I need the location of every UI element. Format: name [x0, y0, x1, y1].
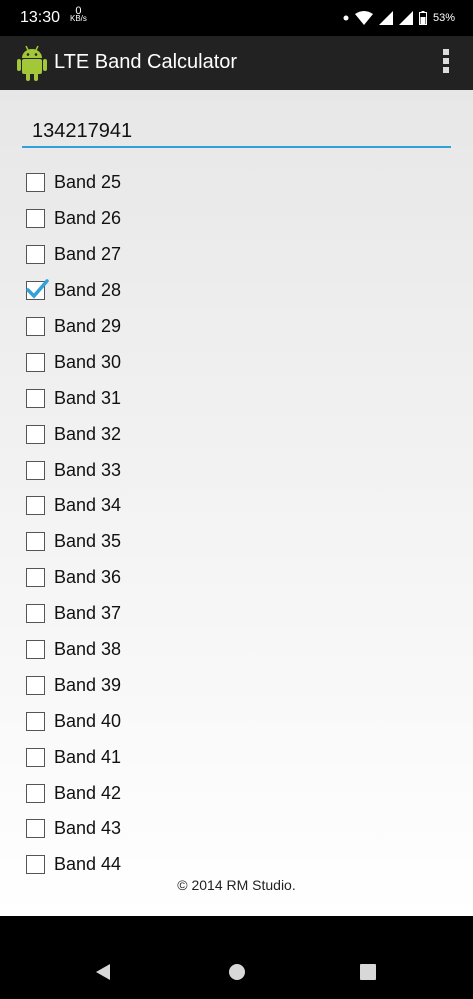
- network-speed-unit: KB/s: [70, 14, 87, 23]
- band-label: Band 29: [54, 316, 122, 336]
- band-row[interactable]: Band 33: [26, 452, 326, 488]
- band-row[interactable]: Band 29: [26, 309, 326, 345]
- band-row[interactable]: Band 36: [26, 560, 326, 596]
- band-label: Band 44: [54, 854, 122, 875]
- app-bar: LTE Band Calculator: [0, 36, 473, 90]
- band-label: Band 25: [54, 172, 122, 193]
- band-row[interactable]: Band 31: [26, 380, 326, 416]
- band-label: Band 39: [54, 674, 122, 695]
- band-checkbox[interactable]: [26, 209, 45, 229]
- status-bar: 13:30 0 KB/s 53%: [0, 0, 473, 36]
- band-checkbox[interactable]: [26, 711, 45, 731]
- main-content: Band 25 Band 26 Band 27 Band 28 Band 29 Band …: [0, 90, 473, 916]
- band-checkbox[interactable]: [26, 352, 45, 372]
- signal-icon-2: [398, 11, 413, 25]
- band-label: Band 34: [54, 495, 122, 516]
- band-row[interactable]: Band 34: [26, 488, 326, 524]
- band-row[interactable]: Band 32: [26, 416, 326, 452]
- band-label: Band 32: [54, 423, 122, 444]
- band-label: Band 35: [54, 531, 122, 552]
- band-checkbox[interactable]: [26, 460, 45, 480]
- band-row[interactable]: Band 38: [26, 632, 326, 668]
- band-checkbox[interactable]: [26, 783, 45, 803]
- band-label: Band 36: [54, 567, 122, 588]
- band-row[interactable]: Band 43: [26, 811, 326, 847]
- recents-square-icon[interactable]: [356, 960, 380, 984]
- band-row[interactable]: Band 27: [26, 237, 326, 273]
- back-triangle-icon[interactable]: [92, 960, 116, 984]
- band-row[interactable]: Band 35: [26, 524, 326, 560]
- band-checkbox[interactable]: [26, 675, 45, 695]
- notification-dot-icon: [343, 15, 349, 21]
- band-label: Band 31: [54, 387, 122, 408]
- band-checkbox[interactable]: [26, 532, 45, 552]
- battery-percent: 53%: [432, 12, 455, 24]
- home-circle-icon[interactable]: [225, 960, 249, 984]
- band-row[interactable]: Band 25: [26, 165, 326, 201]
- band-label: Band 42: [54, 782, 122, 803]
- status-time: 13:30: [20, 9, 61, 26]
- band-checkbox[interactable]: [26, 747, 45, 767]
- status-icons: 53%: [343, 9, 455, 27]
- checkmark-icon: [26, 279, 49, 299]
- wifi-icon: [354, 11, 373, 25]
- signal-icon: [378, 11, 393, 25]
- band-row[interactable]: Band 39: [26, 667, 326, 703]
- band-row[interactable]: Band 40: [26, 703, 326, 739]
- band-checkbox[interactable]: [26, 317, 45, 336]
- band-label: Band 27: [54, 244, 122, 265]
- band-label: Band 37: [54, 603, 122, 624]
- band-checkbox[interactable]: [26, 424, 45, 444]
- band-label: Band 41: [54, 746, 122, 767]
- band-checkbox[interactable]: [26, 173, 45, 193]
- band-checkbox[interactable]: [26, 640, 45, 660]
- band-checkbox[interactable]: [26, 855, 45, 875]
- band-checkbox[interactable]: [26, 604, 45, 624]
- band-label: Band 40: [54, 710, 122, 731]
- band-label: Band 26: [54, 208, 122, 229]
- overflow-menu-icon[interactable]: [441, 49, 451, 77]
- app-title: LTE Band Calculator: [54, 51, 238, 73]
- navigation-bar: [0, 916, 473, 999]
- band-row[interactable]: Band 28: [26, 273, 326, 309]
- band-checkbox[interactable]: [26, 279, 49, 301]
- band-label: Band 43: [54, 818, 122, 839]
- copyright-footer: © 2014 RM Studio.: [177, 877, 296, 893]
- band-row[interactable]: Band 26: [26, 201, 326, 237]
- band-label: Band 38: [54, 639, 122, 660]
- band-row[interactable]: Band 42: [26, 775, 326, 811]
- band-checkbox[interactable]: [26, 388, 45, 408]
- band-list: Band 25 Band 26 Band 27 Band 28 Band 29 Band …: [26, 165, 326, 883]
- band-checkbox[interactable]: [26, 245, 45, 265]
- android-robot-icon: [17, 45, 47, 81]
- band-row[interactable]: Band 41: [26, 739, 326, 775]
- band-label: Band 28: [54, 280, 122, 301]
- band-label: Band 33: [54, 459, 122, 480]
- band-row[interactable]: Band 30: [26, 344, 326, 380]
- band-checkbox[interactable]: [26, 496, 45, 516]
- band-row[interactable]: Band 37: [26, 596, 326, 632]
- band-label: Band 30: [54, 351, 122, 372]
- network-speed: 0 KB/s: [70, 6, 87, 23]
- band-checkbox[interactable]: [26, 819, 45, 839]
- battery-icon: [418, 11, 427, 25]
- band-number-input[interactable]: [22, 116, 451, 148]
- band-checkbox[interactable]: [26, 568, 45, 588]
